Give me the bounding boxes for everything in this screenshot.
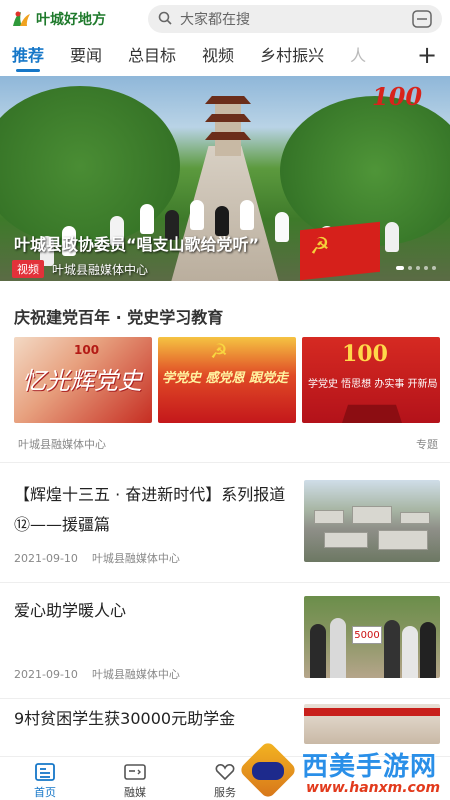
news-thumbnail: 5000: [304, 596, 440, 678]
nav-media[interactable]: 融媒: [90, 757, 180, 800]
news-meta: 2021-09-10 叶城县融媒体中心: [14, 666, 180, 682]
special-label: 专题: [416, 438, 438, 451]
special-source: 叶城县融媒体中心: [18, 438, 106, 451]
news-date: 2021-09-10: [14, 552, 78, 565]
logo-icon: [10, 8, 32, 30]
tab-recommend[interactable]: 推荐: [12, 38, 44, 74]
news-meta: 2021-09-10 叶城县融媒体中心: [14, 550, 180, 566]
news-thumbnail: [304, 480, 440, 562]
nav-home-label: 首页: [34, 786, 56, 799]
hero-carousel[interactable]: 100 叶城县政协委员“唱支山歌给党听” 视频 叶城县融媒体中心: [0, 76, 450, 281]
tab-more-partial[interactable]: 人: [350, 38, 366, 74]
party-flag-image: [300, 221, 380, 281]
app-logo[interactable]: 叶城好地方: [10, 8, 150, 30]
tab-goals[interactable]: 总目标: [128, 38, 176, 74]
nav-media-label: 融媒: [124, 786, 146, 799]
app-name: 叶城好地方: [36, 12, 106, 28]
banner-learn-history[interactable]: ☭ 学党史 感党恩 跟党走: [158, 337, 296, 423]
special-topic-title[interactable]: 庆祝建党百年 · 党史学习教育: [14, 304, 223, 328]
special-topic-banners: 100 忆光辉党史 ☭ 学党史 感党恩 跟党走 100 学党史 悟思想 办实事 …: [14, 337, 440, 423]
centenary-badge: 100: [372, 82, 423, 111]
news-item[interactable]: 爱心助学暖人心 2021-09-10 叶城县融媒体中心 5000: [14, 596, 440, 688]
news-source: 叶城县融媒体中心: [91, 552, 180, 565]
site-watermark: 西美手游网 www.hanxm.com: [238, 740, 450, 800]
top-bar: 叶城好地方 大家都在搜: [0, 0, 450, 38]
tab-video[interactable]: 视频: [202, 38, 234, 74]
search-bar[interactable]: 大家都在搜: [148, 5, 442, 33]
gamepad-icon: [252, 762, 284, 780]
home-icon: [34, 763, 56, 781]
carousel-indicator: [396, 266, 436, 270]
news-title: 【辉煌十三五 · 奋进新时代】系列报道⑫——援疆篇: [14, 485, 286, 534]
service-icon: [214, 763, 236, 781]
media-icon: [124, 763, 146, 781]
news-item[interactable]: 【辉煌十三五 · 奋进新时代】系列报道⑫——援疆篇 2021-09-10 叶城县融…: [14, 480, 440, 572]
banner-new-chapter[interactable]: 100 学党史 悟思想 办实事 开新局: [302, 337, 440, 423]
hero-title[interactable]: 叶城县政协委员“唱支山歌给党听”: [14, 231, 259, 255]
nav-home[interactable]: 首页: [0, 757, 90, 800]
tab-rural[interactable]: 乡村振兴: [260, 38, 324, 74]
party-emblem-icon: ☭: [210, 339, 228, 363]
banner-party-history[interactable]: 100 忆光辉党史: [14, 337, 152, 423]
news-title: 爱心助学暖人心: [14, 601, 127, 620]
news-title: 9村贫困学生获30000元助学金: [14, 709, 236, 728]
news-date: 2021-09-10: [14, 668, 78, 681]
hero-source: 叶城县融媒体中心: [52, 262, 149, 277]
nav-service-label: 服务: [214, 786, 236, 799]
search-input[interactable]: 大家都在搜: [180, 9, 412, 29]
tab-news[interactable]: 要闻: [70, 38, 102, 74]
channel-tabs: 推荐 要闻 总目标 视频 乡村振兴 人: [0, 38, 450, 74]
scan-icon[interactable]: [412, 10, 432, 28]
hero-meta: 视频 叶城县融媒体中心: [12, 260, 148, 278]
video-tag: 视频: [12, 260, 44, 278]
pagoda-image: [205, 96, 251, 156]
tiananmen-image: [342, 404, 402, 423]
news-thumbnail: [304, 704, 440, 744]
special-topic-footer: 叶城县融媒体中心 专题: [18, 436, 438, 452]
news-source: 叶城县融媒体中心: [91, 668, 180, 681]
add-channel-icon[interactable]: +: [414, 40, 440, 70]
search-icon: [158, 10, 172, 29]
